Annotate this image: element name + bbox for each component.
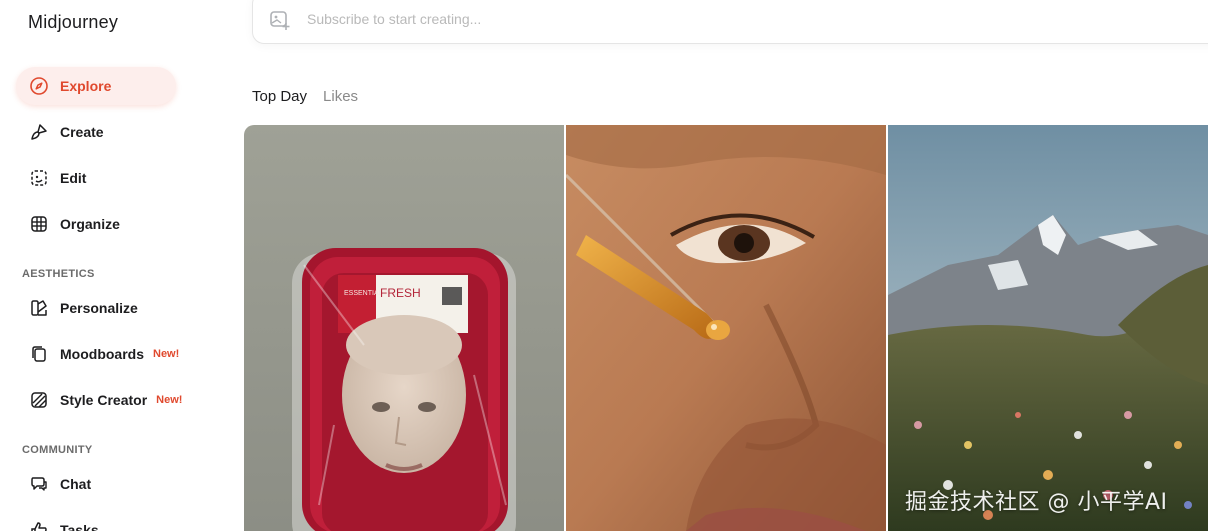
sidebar-item-explore[interactable]: Explore	[16, 67, 176, 105]
sidebar-item-style-creator[interactable]: Style Creator New!	[16, 381, 216, 419]
tab-top-day[interactable]: Top Day	[252, 88, 307, 105]
sidebar-item-label: Moodboards	[60, 346, 144, 362]
new-badge: New!	[156, 394, 183, 406]
sidebar-item-label: Style Creator	[60, 392, 148, 408]
sidebar-item-label: Explore	[60, 78, 112, 94]
sidebar-item-label: Edit	[60, 170, 87, 186]
gallery-image-mannequin[interactable]: ESSENTIAL FACE FRESH	[244, 125, 564, 531]
brand-logo[interactable]: Midjourney	[28, 12, 118, 33]
image-gallery: ESSENTIAL FACE FRESH	[244, 125, 1208, 531]
add-image-icon[interactable]	[269, 9, 291, 31]
sidebar-item-label: Tasks	[60, 522, 99, 531]
tab-likes[interactable]: Likes	[323, 88, 358, 105]
sidebar: Midjourney Explore Create Edit Organize	[0, 0, 232, 531]
watermark-text: 掘金技术社区 @ 小平学AI	[905, 490, 1168, 515]
sidebar-item-label: Organize	[60, 216, 120, 232]
compass-icon	[28, 75, 50, 97]
feed-tabs: Top Day Likes	[252, 88, 358, 105]
section-title-aesthetics: AESTHETICS	[22, 268, 95, 280]
sidebar-item-personalize[interactable]: Personalize	[16, 289, 176, 327]
cards-icon	[28, 343, 50, 365]
prompt-input[interactable]	[307, 9, 907, 29]
palette-icon	[28, 297, 50, 319]
gallery-image-serum[interactable]	[566, 125, 886, 531]
sidebar-item-label: Chat	[60, 476, 92, 492]
sidebar-item-label: Create	[60, 124, 104, 140]
chat-icon	[28, 473, 50, 495]
stripes-icon	[28, 389, 50, 411]
edit-frame-icon	[28, 167, 50, 189]
app-root: Midjourney Explore Create Edit Organize	[0, 0, 1208, 531]
grid-icon	[28, 213, 50, 235]
brush-icon	[28, 121, 50, 143]
section-title-community: COMMUNITY	[22, 444, 93, 456]
sidebar-item-edit[interactable]: Edit	[16, 159, 176, 197]
thumbs-up-icon	[28, 519, 50, 531]
prompt-bar	[252, 0, 1208, 44]
sidebar-item-tasks[interactable]: Tasks	[16, 511, 176, 531]
sidebar-item-moodboards[interactable]: Moodboards New!	[16, 335, 206, 373]
sidebar-item-organize[interactable]: Organize	[16, 205, 176, 243]
package-brand: FRESH	[380, 286, 421, 300]
sidebar-item-chat[interactable]: Chat	[16, 465, 176, 503]
new-badge: New!	[153, 348, 180, 360]
sidebar-item-label: Personalize	[60, 300, 138, 316]
gallery-image-mountain[interactable]	[888, 125, 1208, 531]
sidebar-item-create[interactable]: Create	[16, 113, 176, 151]
